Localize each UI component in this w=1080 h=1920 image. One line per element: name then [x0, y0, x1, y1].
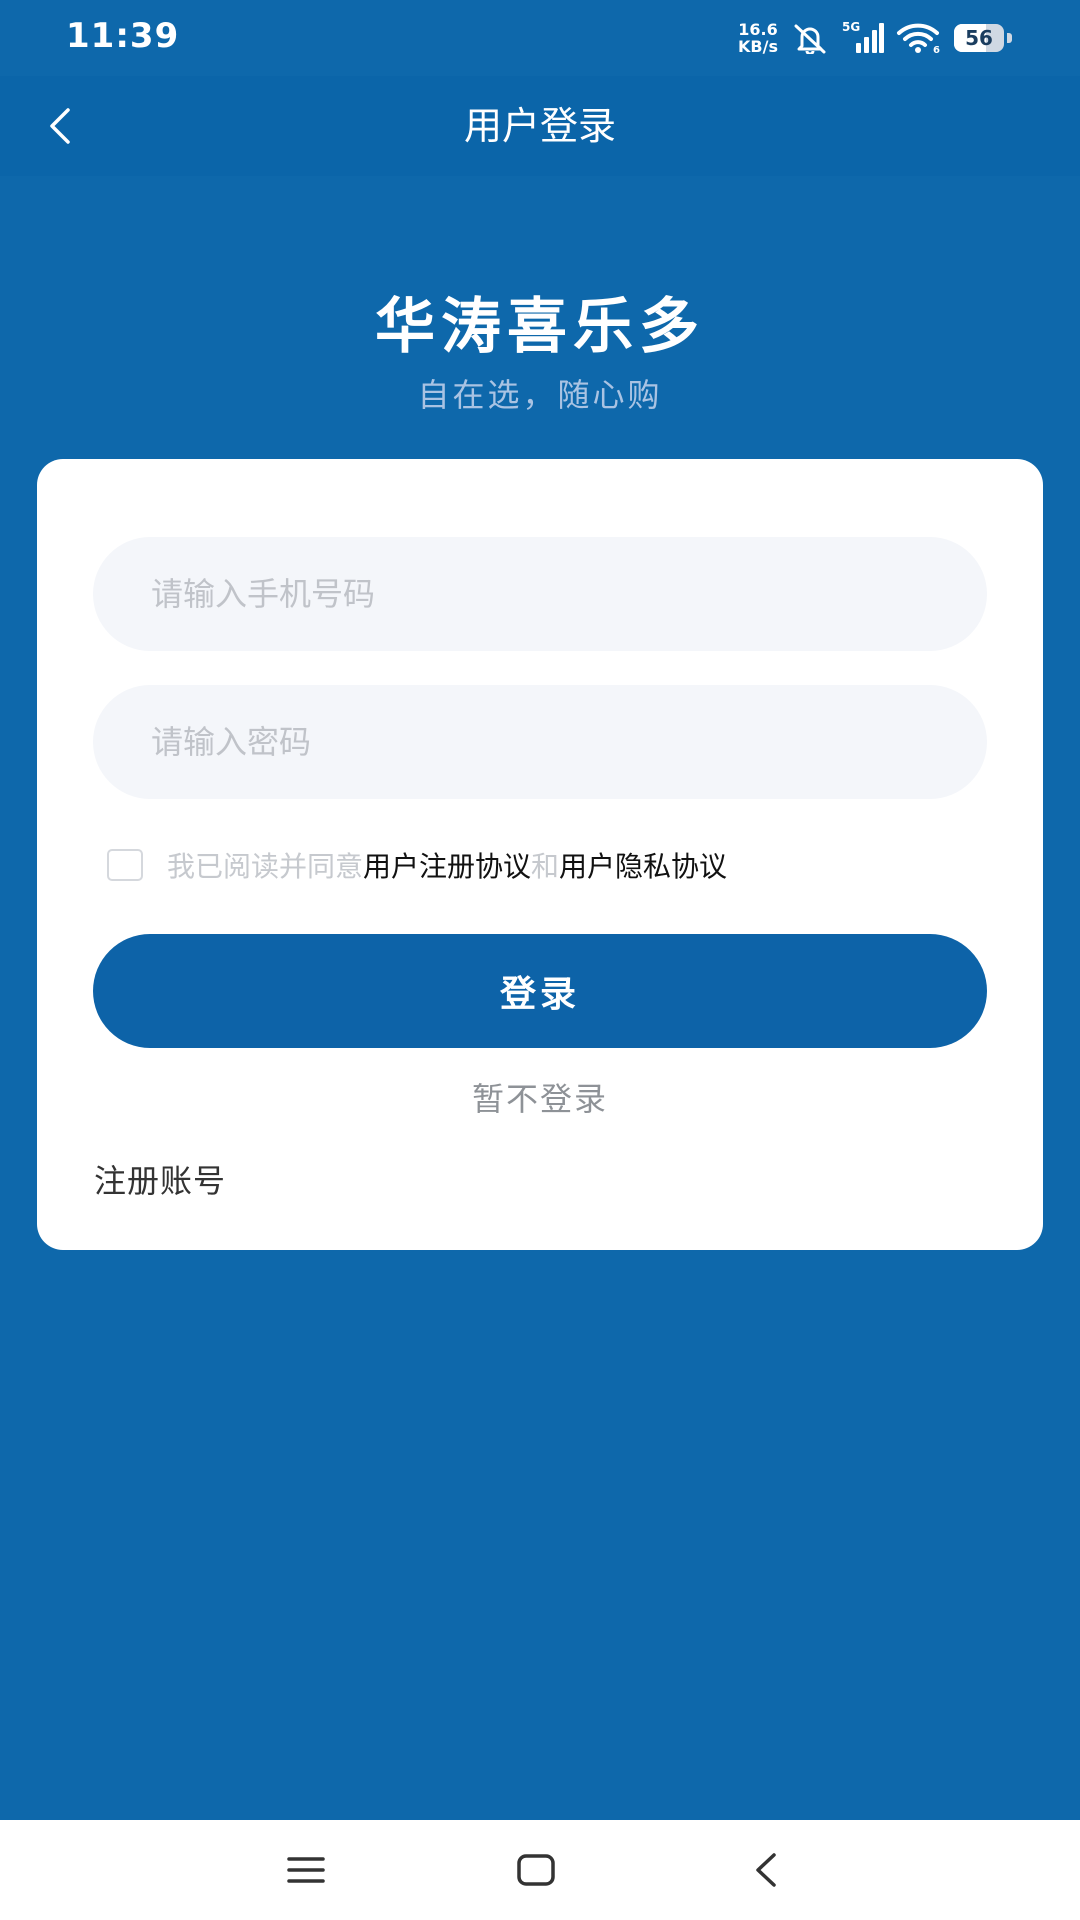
mute-icon	[790, 22, 830, 54]
nav-back-button[interactable]	[726, 1840, 806, 1900]
agreement-conjunction: 和	[531, 850, 560, 883]
login-card: 我已阅读并同意 用户注册协议 和 用户隐私协议 登录 暂不登录 注册账号	[37, 459, 1043, 1250]
page-title: 用户登录	[463, 104, 616, 148]
app-slogan: 自在选，随心购	[417, 376, 663, 414]
network-speed-unit: KB/s	[738, 37, 778, 56]
signal-icon: 5G	[842, 21, 884, 55]
status-time: 11:39	[66, 16, 180, 56]
system-nav-bar	[0, 1820, 1080, 1920]
phone-input[interactable]	[93, 537, 987, 651]
login-button[interactable]: 登录	[93, 934, 987, 1048]
register-link[interactable]: 注册账号	[94, 1156, 226, 1202]
menu-icon	[287, 1857, 325, 1883]
wifi-icon: 6	[896, 22, 942, 54]
user-agreement-link[interactable]: 用户注册协议	[363, 845, 531, 885]
agreement-row: 我已阅读并同意 用户注册协议 和 用户隐私协议	[107, 837, 727, 893]
nav-home-button[interactable]	[496, 1840, 576, 1900]
title-bar: 用户登录	[0, 76, 1080, 176]
battery-icon: 56	[954, 24, 1012, 52]
network-speed-value: 16.6	[738, 20, 778, 39]
status-icons: 16.6 KB/s 5G 6 56	[738, 16, 1012, 60]
network-speed: 16.6 KB/s	[738, 21, 778, 55]
battery-level: 56	[965, 26, 993, 50]
svg-text:6: 6	[933, 45, 940, 54]
agreement-checkbox[interactable]	[107, 849, 143, 881]
app-name: 华涛喜乐多	[375, 292, 705, 362]
back-icon	[756, 1853, 776, 1887]
home-icon	[517, 1854, 555, 1886]
network-type-label: 5G	[842, 21, 860, 34]
status-bar: 11:39 16.6 KB/s 5G 6 56	[0, 0, 1080, 76]
privacy-agreement-link[interactable]: 用户隐私协议	[559, 845, 727, 885]
skip-login-link[interactable]: 暂不登录	[37, 1074, 1043, 1120]
agreement-prefix: 我已阅读并同意	[167, 850, 364, 883]
password-input[interactable]	[93, 685, 987, 799]
nav-menu-button[interactable]	[266, 1840, 346, 1900]
